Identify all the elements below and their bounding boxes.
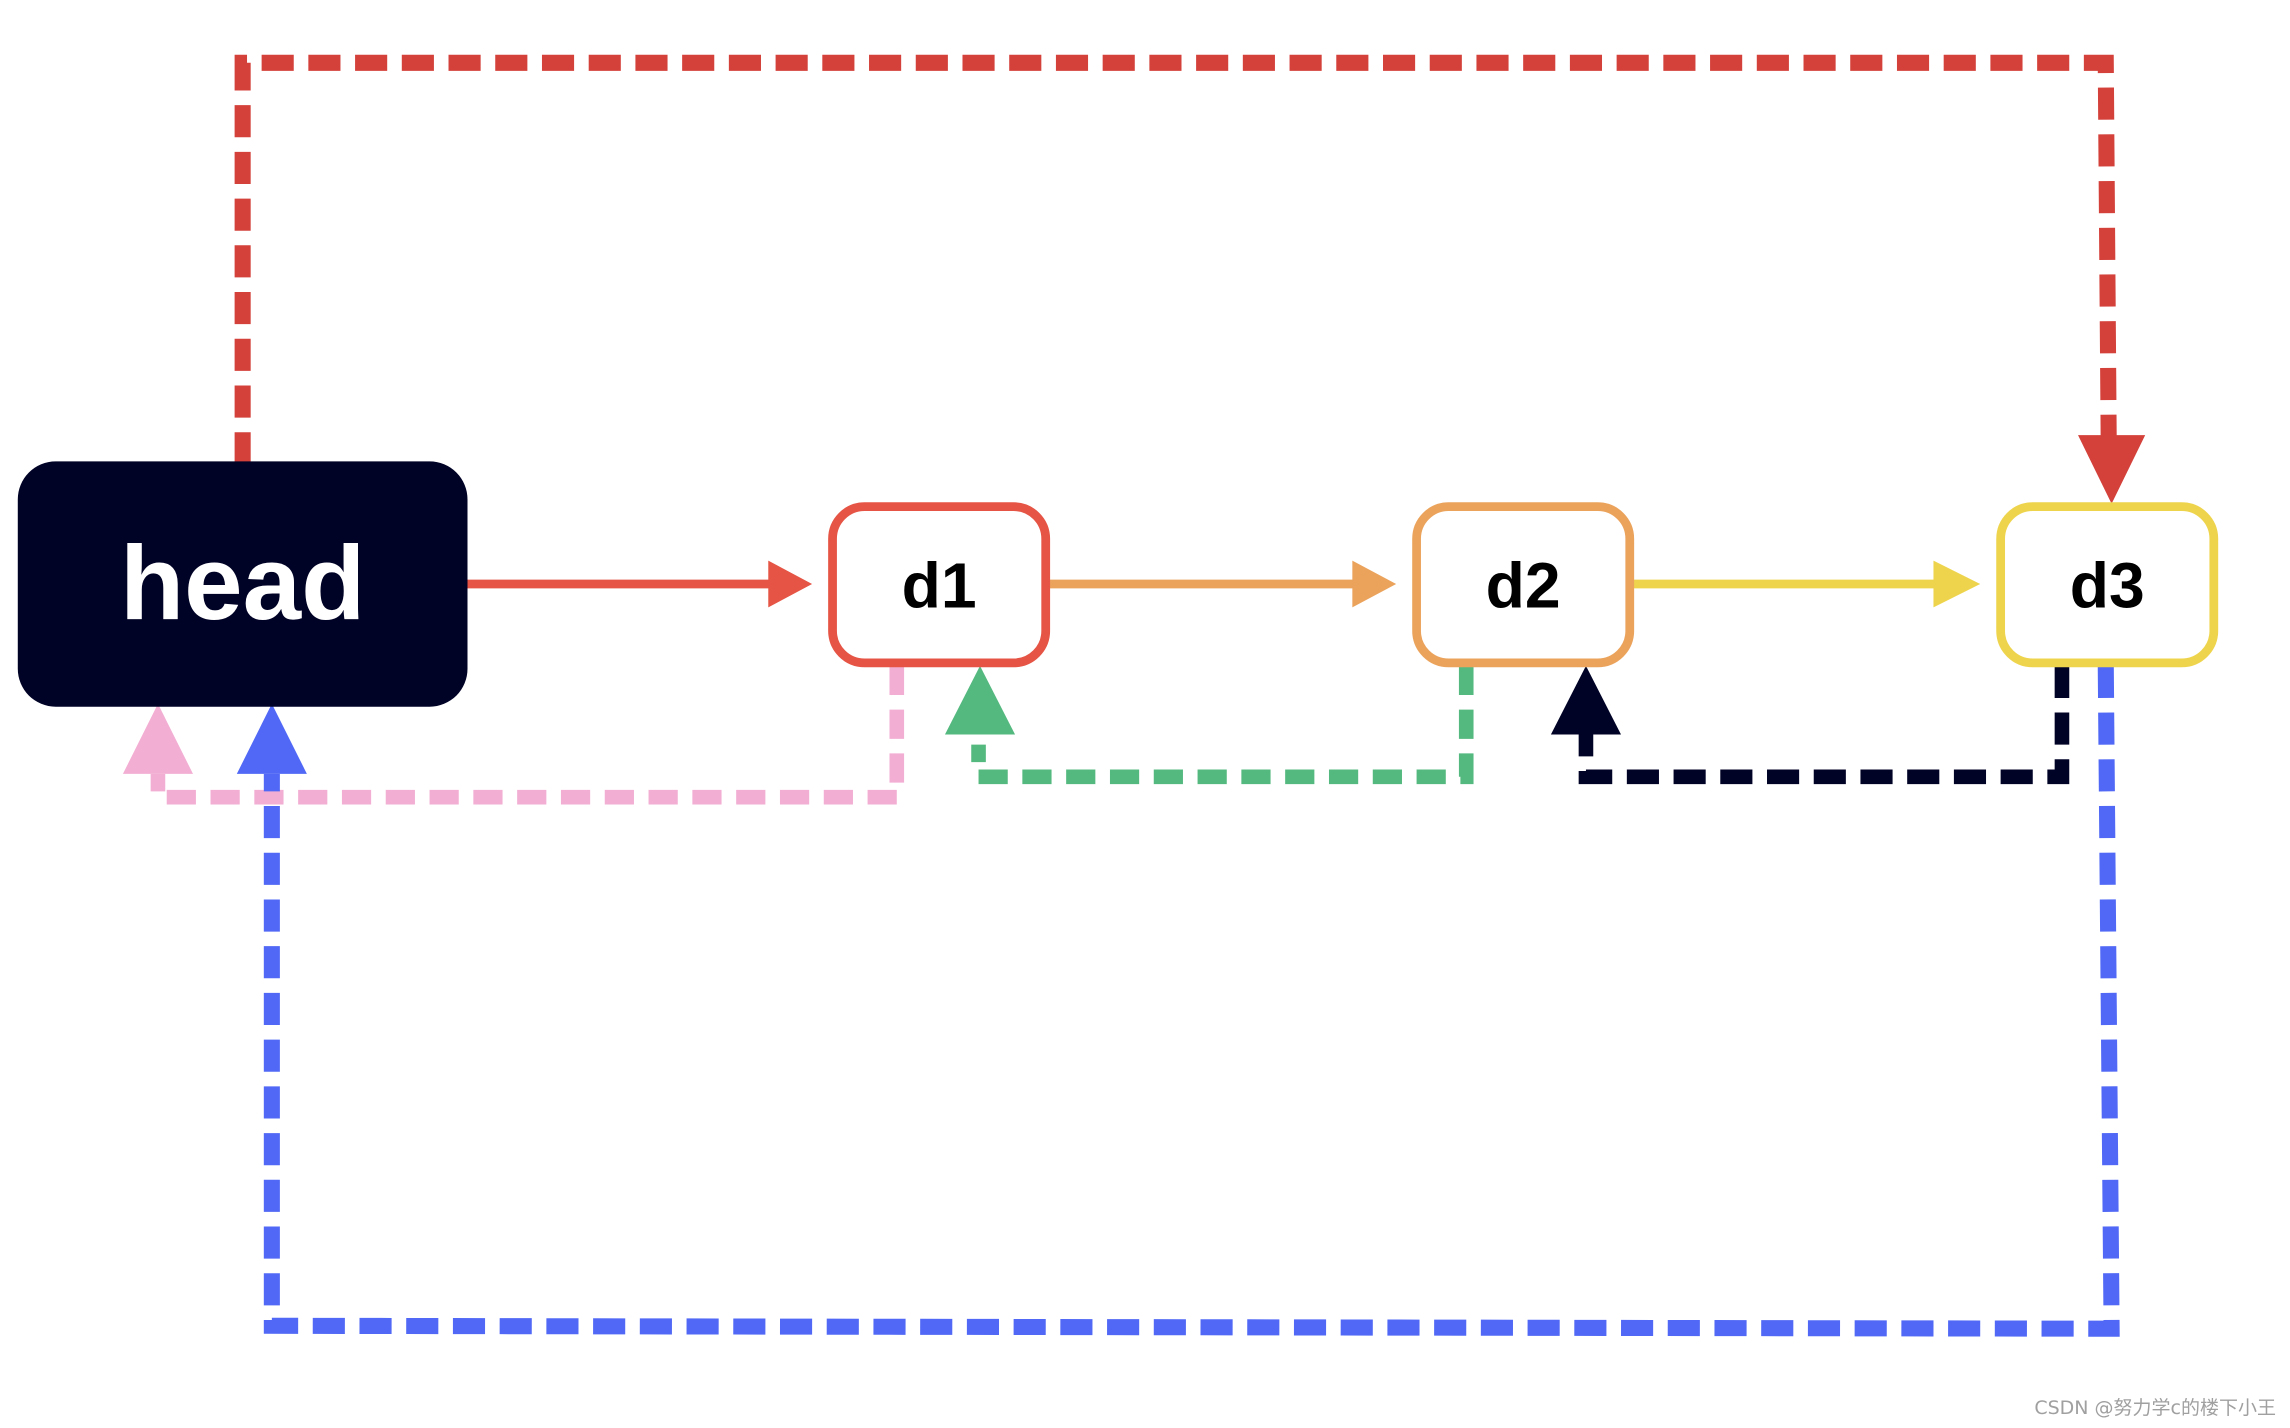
node-d1: d1 — [828, 502, 1051, 668]
edge-head-to-d1 — [467, 560, 813, 608]
edge-d2-to-d1-line — [971, 665, 1474, 785]
arrowhead-right-icon — [1352, 560, 1397, 608]
node-head: head — [17, 461, 468, 707]
edge-d3-to-d2 — [1550, 665, 2070, 785]
node-d3: d3 — [1996, 502, 2219, 668]
edge-head-to-d3 — [234, 54, 2146, 504]
arrowhead-up-icon — [1550, 665, 1621, 735]
edge-d1-to-d2 — [1048, 560, 1397, 608]
arrowhead-right-icon — [1933, 560, 1981, 608]
edge-d3-to-d2-line — [1578, 665, 2070, 785]
edge-d2-to-d3 — [1632, 560, 1981, 608]
node-head-label: head — [120, 525, 365, 642]
edge-d3-to-head — [236, 665, 2120, 1337]
arrowhead-right-icon — [768, 560, 813, 608]
edge-head-to-d3-line — [234, 54, 2117, 465]
arrowhead-up-icon — [236, 703, 307, 774]
node-d2-label: d2 — [1486, 549, 1561, 621]
edge-d3-to-head-line — [263, 665, 2120, 1337]
arrowhead-up-icon — [122, 703, 193, 774]
node-d1-label: d1 — [902, 549, 977, 621]
arrowhead-up-icon — [944, 665, 1016, 735]
watermark: CSDN @努力学c的楼下小王 — [2034, 1397, 2276, 1419]
arrowhead-down-icon — [2078, 435, 2146, 504]
node-d3-label: d3 — [2070, 549, 2145, 621]
linked-list-diagram: head d1 d2 d3 — [17, 54, 2219, 1337]
edge-d2-to-d1 — [944, 665, 1474, 785]
node-d2: d2 — [1412, 502, 1635, 668]
